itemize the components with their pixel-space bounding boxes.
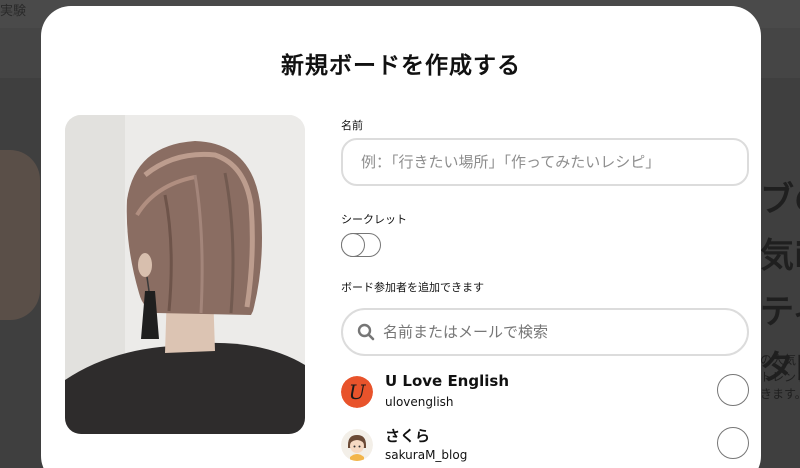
avatar-letter: U xyxy=(349,380,367,404)
background-description-line: きます。 xyxy=(760,387,800,401)
collaborator-name: さくら xyxy=(385,427,431,445)
toggle-knob xyxy=(341,233,365,257)
secret-toggle[interactable] xyxy=(341,233,381,257)
background-description-line: の人気 xyxy=(760,353,797,367)
board-name-input[interactable] xyxy=(341,138,749,186)
collaborator-handle: sakuraM_blog xyxy=(385,448,468,462)
secret-field-label: シークレット xyxy=(341,213,407,226)
create-board-modal: 新規ボードを作成する 名前 シークレット ボード参加者を追 xyxy=(41,6,761,468)
background-heading-line: ブの xyxy=(760,180,800,220)
background-heading-line: 気ⅰ xyxy=(760,236,800,276)
collaborator-search-input[interactable] xyxy=(383,310,733,354)
search-icon xyxy=(357,323,375,341)
avatar: U xyxy=(341,376,373,408)
background-description: の人気 トレンド きます。 xyxy=(760,352,800,403)
avatar xyxy=(341,429,373,461)
collaborator-name: U Love English xyxy=(385,372,509,390)
background-description-line: トレンド xyxy=(760,370,800,384)
select-collaborator-radio[interactable] xyxy=(717,374,749,406)
background-tab-label: 実験 xyxy=(0,4,27,19)
background-photo xyxy=(0,150,40,320)
background-heading-line: ティ xyxy=(760,292,800,332)
board-cover-image xyxy=(65,115,305,434)
collaborator-row[interactable]: さくら sakuraM_blog xyxy=(341,425,751,465)
name-field-label: 名前 xyxy=(341,119,363,132)
girl-avatar-icon xyxy=(341,429,373,461)
collaborator-search-box[interactable] xyxy=(341,308,749,356)
collaborators-label: ボード参加者を追加できます xyxy=(341,281,484,294)
collaborator-handle: ulovenglish xyxy=(385,395,454,409)
ulove-english-logo-icon: U xyxy=(341,376,373,408)
modal-title: 新規ボードを作成する xyxy=(281,53,521,79)
collaborator-row[interactable]: U U Love English ulovenglish xyxy=(341,372,751,412)
woman-bob-haircut-illustration xyxy=(65,115,305,434)
select-collaborator-radio[interactable] xyxy=(717,427,749,459)
